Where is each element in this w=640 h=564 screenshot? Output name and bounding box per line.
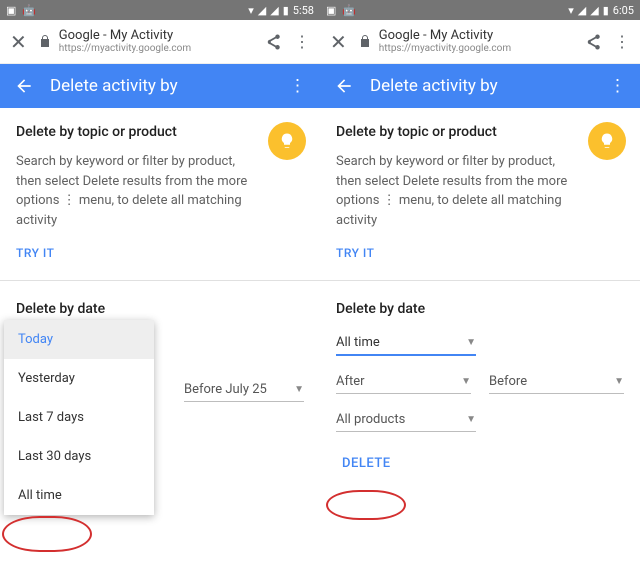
left-screenshot: ▣ 🤖 ▾ ◢ ◢ ▮ 5:58 ✕ Google - My Activity … [0,0,320,564]
section-1-description: Search by keyword or filter by product, … [16,152,256,230]
more-options-icon[interactable]: ⋮ [614,32,630,51]
section-2-title: Delete by date [336,301,624,317]
appbar-overflow-icon[interactable]: ⋮ [609,76,626,96]
products-select[interactable]: All products ▼ [336,406,476,432]
close-tab-button[interactable]: ✕ [10,30,27,54]
lock-icon [359,34,371,48]
delete-button[interactable]: DELETE [336,454,397,473]
section-1-title: Delete by topic or product [336,124,624,140]
highlight-ring [326,490,406,520]
popup-item-today[interactable]: Today [4,320,154,359]
page-title: Google - My Activity [59,29,191,43]
close-tab-button[interactable]: ✕ [330,30,347,54]
after-select-label: After [336,374,365,389]
before-select-label: Before [489,374,527,389]
before-date-select[interactable]: Before July 25 ▼ [184,376,304,402]
share-icon[interactable] [264,33,282,51]
before-date-label: Before July 25 [184,382,267,397]
products-select-value: All products [336,412,405,427]
section-1-title: Delete by topic or product [16,124,304,140]
share-icon[interactable] [584,33,602,51]
caret-down-icon: ▼ [466,414,476,425]
caret-down-icon: ▼ [614,376,624,387]
try-it-button[interactable]: TRY IT [16,246,304,260]
back-arrow-icon[interactable] [14,76,34,96]
app-bar: Delete activity by ⋮ [320,64,640,108]
range-select-value: All time [336,335,380,350]
popup-item-yesterday[interactable]: Yesterday [4,359,154,398]
status-bar: ▣ 🤖 ▾ ◢ ◢ ▮ 6:05 [320,0,640,20]
range-select[interactable]: All time ▼ [336,329,476,356]
page-url: https://myactivity.google.com [379,43,511,54]
tip-bulb-icon[interactable] [588,122,626,160]
battery-icon: ▮ [603,4,609,17]
back-arrow-icon[interactable] [334,76,354,96]
popup-item-all-time[interactable]: All time [4,476,154,515]
browser-url-bar: ✕ Google - My Activity https://myactivit… [0,20,320,64]
try-it-button[interactable]: TRY IT [336,246,624,260]
appbar-overflow-icon[interactable]: ⋮ [289,76,306,96]
section-2-title: Delete by date [16,301,304,317]
battery-icon: ▮ [283,4,289,17]
signal-icon-2: ◢ [270,4,278,17]
signal-icon-2: ◢ [590,4,598,17]
messages-icon: ▣ [6,4,16,17]
date-range-popup: Today Yesterday Last 7 days Last 30 days… [4,320,154,515]
popup-item-last-7-days[interactable]: Last 7 days [4,398,154,437]
caret-down-icon: ▼ [461,376,471,387]
content-area: Delete by topic or product Search by key… [320,108,640,564]
divider [0,280,320,281]
appbar-title: Delete activity by [50,76,273,96]
after-select[interactable]: After ▼ [336,368,471,394]
signal-icon: ◢ [258,4,266,17]
wifi-icon: ▾ [568,4,574,17]
app-bar: Delete activity by ⋮ [0,64,320,108]
page-title: Google - My Activity [379,29,511,43]
caret-down-icon: ▼ [294,384,304,395]
android-icon: 🤖 [342,4,356,17]
messages-icon: ▣ [326,4,336,17]
status-time: 6:05 [613,4,634,17]
divider [320,280,640,281]
caret-down-icon: ▼ [466,337,476,348]
more-options-icon[interactable]: ⋮ [294,32,310,51]
section-1-description: Search by keyword or filter by product, … [336,152,576,230]
status-bar: ▣ 🤖 ▾ ◢ ◢ ▮ 5:58 [0,0,320,20]
popup-item-last-30-days[interactable]: Last 30 days [4,437,154,476]
appbar-title: Delete activity by [370,76,593,96]
signal-icon: ◢ [578,4,586,17]
right-screenshot: ▣ 🤖 ▾ ◢ ◢ ▮ 6:05 ✕ Google - My Activity … [320,0,640,564]
android-icon: 🤖 [22,4,36,17]
tip-bulb-icon[interactable] [268,122,306,160]
lock-icon [39,34,51,48]
wifi-icon: ▾ [248,4,254,17]
status-time: 5:58 [293,4,314,17]
before-select[interactable]: Before ▼ [489,368,624,394]
browser-url-bar: ✕ Google - My Activity https://myactivit… [320,20,640,64]
page-url: https://myactivity.google.com [59,43,191,54]
